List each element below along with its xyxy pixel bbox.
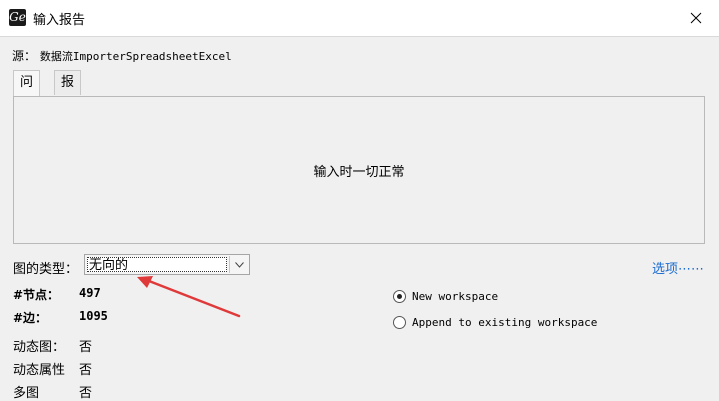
annotation-arrow-icon bbox=[137, 276, 241, 318]
